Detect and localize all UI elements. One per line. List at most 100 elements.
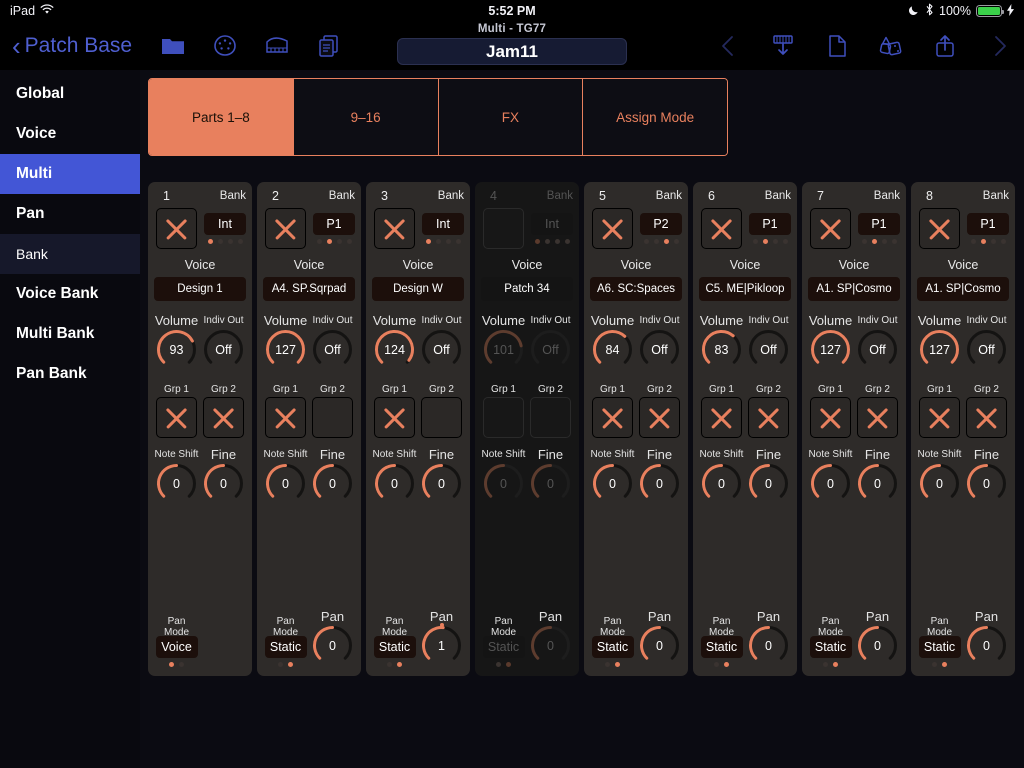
grp2-checkbox[interactable] [203, 397, 244, 438]
pan-mode-button[interactable]: Static [919, 636, 961, 658]
pan-mode-button[interactable]: Static [374, 636, 416, 658]
pan-mode-button[interactable]: Voice [156, 636, 198, 658]
pan-mode-button[interactable]: Static [592, 636, 634, 658]
fine-knob[interactable]: 0 [856, 462, 899, 505]
volume-knob[interactable]: 101 [482, 328, 525, 371]
fine-knob[interactable]: 0 [638, 462, 681, 505]
bank-button[interactable]: P1 [749, 213, 791, 235]
sidebar-item-pan[interactable]: Pan [0, 194, 140, 234]
bank-button[interactable]: P2 [640, 213, 682, 235]
voice-field[interactable]: C5. ME|Pikloop [699, 277, 791, 301]
document-copy-icon[interactable] [316, 33, 342, 59]
volume-knob[interactable]: 127 [264, 328, 307, 371]
grp2-checkbox[interactable] [966, 397, 1007, 438]
bank-button[interactable]: P1 [858, 213, 900, 235]
part-enable-checkbox[interactable] [156, 208, 197, 249]
sidebar-item-voice-bank[interactable]: Voice Bank [0, 274, 140, 314]
part-enable-checkbox[interactable] [374, 208, 415, 249]
randomize-dice-icon[interactable] [878, 33, 904, 59]
share-icon[interactable] [932, 33, 958, 59]
indiv-out-knob[interactable]: Off [311, 328, 354, 371]
part-enable-checkbox[interactable] [810, 208, 851, 249]
bank-button[interactable]: Int [422, 213, 464, 235]
piano-icon[interactable] [264, 33, 290, 59]
voice-field[interactable]: Design W [372, 277, 464, 301]
indiv-out-knob[interactable]: Off [638, 328, 681, 371]
voice-field[interactable]: A1. SP|Cosmo [917, 277, 1009, 301]
note-shift-knob[interactable]: 0 [264, 462, 307, 505]
back-button[interactable]: ‹ Patch Base [12, 33, 132, 59]
note-shift-knob[interactable]: 0 [155, 462, 198, 505]
fine-knob[interactable]: 0 [529, 462, 572, 505]
tab-parts-1-8[interactable]: Parts 1–8 [149, 79, 294, 155]
part-enable-checkbox[interactable] [919, 208, 960, 249]
voice-field[interactable]: A4. SP.Sqrpad [263, 277, 355, 301]
grp2-checkbox[interactable] [421, 397, 462, 438]
volume-knob[interactable]: 83 [700, 328, 743, 371]
new-document-icon[interactable] [824, 33, 850, 59]
pan-knob[interactable]: 0 [965, 624, 1008, 667]
tab-assign-mode[interactable]: Assign Mode [583, 79, 727, 155]
voice-field[interactable]: A6. SC:Spaces [590, 277, 682, 301]
part-enable-checkbox[interactable] [592, 208, 633, 249]
sidebar-item-multi-bank[interactable]: Multi Bank [0, 314, 140, 354]
pan-knob[interactable]: 0 [747, 624, 790, 667]
voice-field[interactable]: Design 1 [154, 277, 246, 301]
fine-knob[interactable]: 0 [420, 462, 463, 505]
indiv-out-knob[interactable]: Off [420, 328, 463, 371]
grp1-checkbox[interactable] [810, 397, 851, 438]
part-enable-checkbox[interactable] [265, 208, 306, 249]
chevron-left-icon[interactable] [716, 33, 742, 59]
note-shift-knob[interactable]: 0 [809, 462, 852, 505]
fine-knob[interactable]: 0 [311, 462, 354, 505]
sidebar-item-bank[interactable]: Bank [0, 234, 140, 274]
grp1-checkbox[interactable] [265, 397, 306, 438]
patch-name-field[interactable]: Jam11 [397, 38, 627, 65]
chevron-right-icon[interactable] [986, 33, 1012, 59]
fine-knob[interactable]: 0 [747, 462, 790, 505]
indiv-out-knob[interactable]: Off [529, 328, 572, 371]
grp1-checkbox[interactable] [156, 397, 197, 438]
grp2-checkbox[interactable] [639, 397, 680, 438]
sidebar-item-multi[interactable]: Multi [0, 154, 140, 194]
midi-din-icon[interactable] [212, 33, 238, 59]
indiv-out-knob[interactable]: Off [202, 328, 245, 371]
sidebar-item-voice[interactable]: Voice [0, 114, 140, 154]
voice-field[interactable]: A1. SP|Cosmo [808, 277, 900, 301]
pan-knob[interactable]: 0 [529, 624, 572, 667]
grp2-checkbox[interactable] [857, 397, 898, 438]
note-shift-knob[interactable]: 0 [591, 462, 634, 505]
fine-knob[interactable]: 0 [965, 462, 1008, 505]
indiv-out-knob[interactable]: Off [747, 328, 790, 371]
pan-mode-button[interactable]: Static [483, 636, 525, 658]
grp2-checkbox[interactable] [530, 397, 571, 438]
volume-knob[interactable]: 124 [373, 328, 416, 371]
tab-9-16[interactable]: 9–16 [294, 79, 439, 155]
bank-button[interactable]: P1 [313, 213, 355, 235]
bank-button[interactable]: P1 [967, 213, 1009, 235]
indiv-out-knob[interactable]: Off [965, 328, 1008, 371]
pan-knob[interactable]: 1 [420, 624, 463, 667]
grp1-checkbox[interactable] [483, 397, 524, 438]
bank-button[interactable]: Int [204, 213, 246, 235]
part-enable-checkbox[interactable] [483, 208, 524, 249]
grp1-checkbox[interactable] [374, 397, 415, 438]
pan-knob[interactable]: 0 [638, 624, 681, 667]
note-shift-knob[interactable]: 0 [373, 462, 416, 505]
volume-knob[interactable]: 127 [809, 328, 852, 371]
grp1-checkbox[interactable] [592, 397, 633, 438]
bank-button[interactable]: Int [531, 213, 573, 235]
grp1-checkbox[interactable] [919, 397, 960, 438]
grp2-checkbox[interactable] [312, 397, 353, 438]
sidebar-item-global[interactable]: Global [0, 74, 140, 114]
download-to-device-icon[interactable] [770, 33, 796, 59]
tab-fx[interactable]: FX [439, 79, 584, 155]
fine-knob[interactable]: 0 [202, 462, 245, 505]
pan-knob[interactable]: 0 [311, 624, 354, 667]
indiv-out-knob[interactable]: Off [856, 328, 899, 371]
pan-mode-button[interactable]: Static [265, 636, 307, 658]
note-shift-knob[interactable]: 0 [918, 462, 961, 505]
grp1-checkbox[interactable] [701, 397, 742, 438]
grp2-checkbox[interactable] [748, 397, 789, 438]
part-enable-checkbox[interactable] [701, 208, 742, 249]
